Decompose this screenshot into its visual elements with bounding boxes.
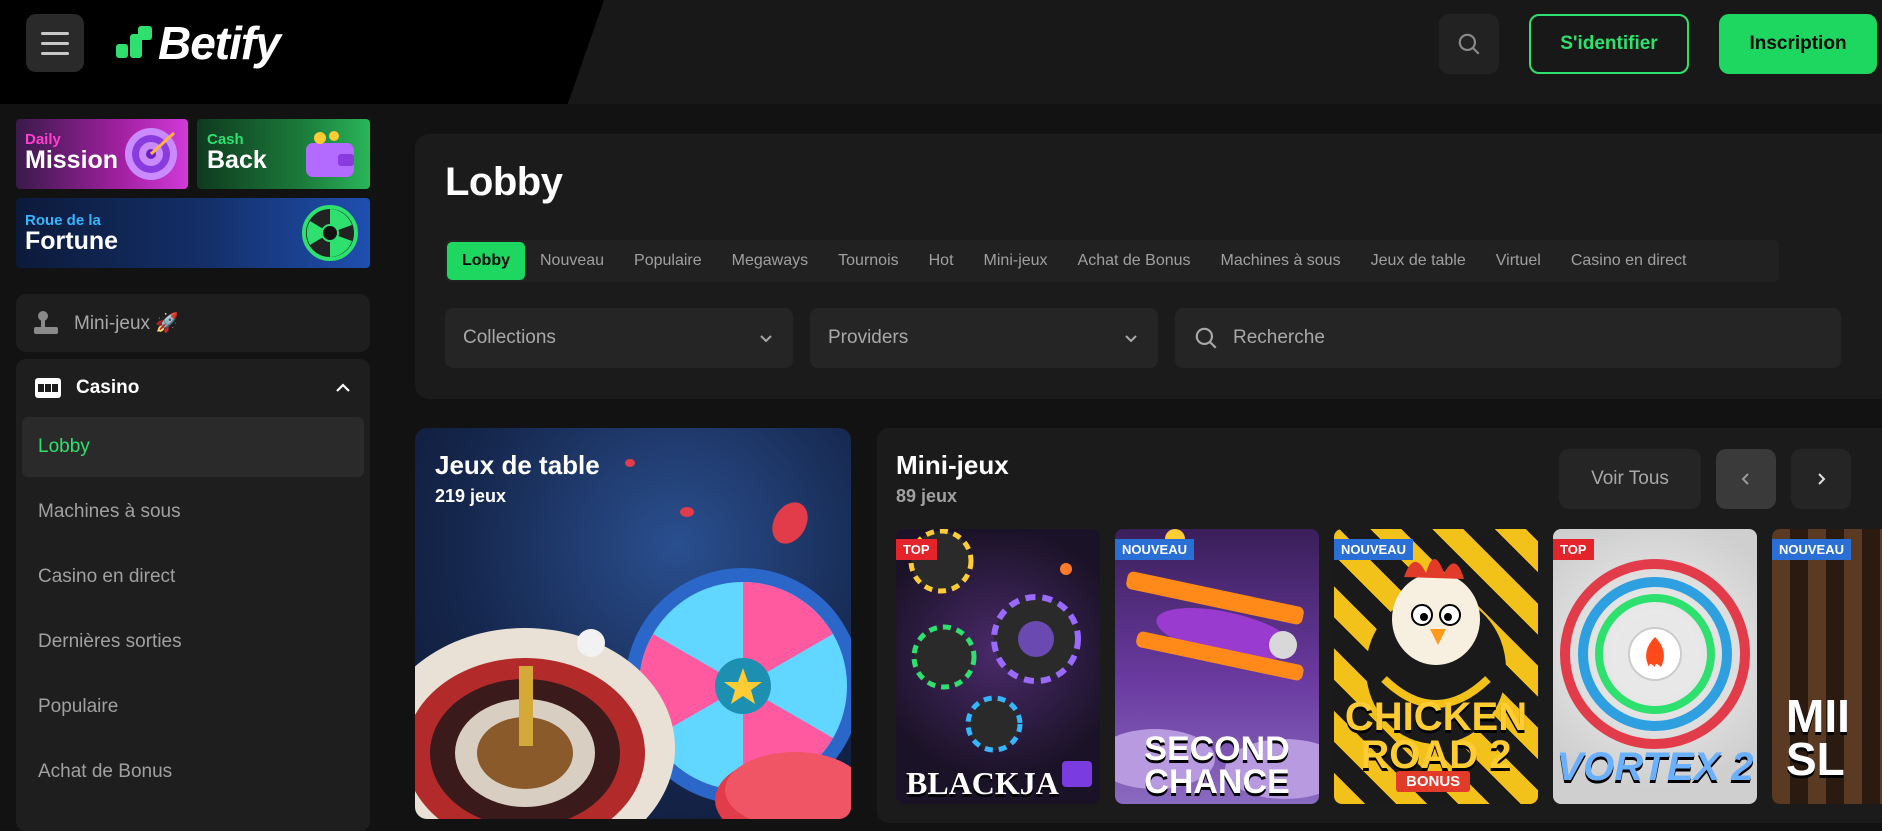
menu-icon-line — [41, 41, 69, 45]
tab-tournois[interactable]: Tournois — [823, 242, 913, 280]
game-badge: TOP — [896, 539, 937, 560]
game-search-input[interactable]: Recherche — [1175, 308, 1841, 368]
menu-icon-line — [41, 51, 69, 55]
sidebar-item-achat-de-bonus[interactable]: Achat de Bonus — [22, 742, 364, 802]
game-title: BLACKJA — [906, 764, 1059, 801]
tab-machines-a-sous[interactable]: Machines à sous — [1206, 242, 1356, 280]
page-title: Lobby — [445, 160, 563, 204]
game-tile-blackjack[interactable]: TOP BLACKJA — [896, 529, 1100, 804]
game-title: CHICKEN ROAD 2 — [1344, 695, 1528, 777]
logo-text: Betify — [158, 17, 281, 69]
sidebar-item-populaire[interactable]: Populaire — [22, 677, 364, 737]
mini-jeux-title: Mini-jeux — [896, 450, 1009, 480]
search-icon — [1458, 33, 1480, 55]
tab-hot[interactable]: Hot — [914, 242, 969, 280]
game-title: SECOND CHANCE — [1144, 730, 1290, 801]
game-title: VORTEX 2 — [1556, 745, 1754, 789]
promo-daily-big: Mission — [25, 146, 119, 174]
slot-machine-icon — [35, 378, 61, 398]
table-games-card[interactable]: Jeux de table 219 jeux — [415, 428, 851, 819]
sidebar-item-casino-en-direct[interactable]: Casino en direct — [22, 547, 364, 607]
game-tile-second-chance[interactable]: NOUVEAU SECOND CHANCE — [1115, 529, 1319, 804]
logo-mark-icon — [116, 26, 152, 60]
joystick-icon — [34, 311, 58, 334]
search-placeholder: Recherche — [1233, 327, 1325, 348]
tab-nouveau[interactable]: Nouveau — [525, 242, 619, 280]
tab-populaire[interactable]: Populaire — [619, 242, 717, 280]
tab-mini-jeux[interactable]: Mini-jeux — [969, 242, 1063, 280]
tab-lobby[interactable]: Lobby — [447, 242, 525, 280]
chevron-up-icon[interactable] — [334, 379, 352, 397]
search-icon — [1195, 327, 1217, 349]
providers-dropdown[interactable]: Providers — [810, 308, 1158, 368]
game-badge: NOUVEAU — [1772, 539, 1852, 560]
collections-dropdown-label: Collections — [463, 327, 556, 348]
target-icon — [125, 128, 177, 180]
casino-group-header[interactable]: Casino — [16, 359, 370, 417]
game-tile-vortex-2[interactable]: TOP VORTEX 2 — [1553, 529, 1757, 804]
daily-mission-banner[interactable]: Daily Mission — [16, 119, 188, 189]
wallet-icon — [306, 131, 354, 177]
login-button[interactable]: S'identifier — [1529, 14, 1689, 74]
promo-cash-big: Back — [207, 146, 267, 174]
sidebar-item-label: Mini-jeux 🚀 — [74, 313, 179, 334]
carousel-next-button[interactable] — [1791, 449, 1851, 509]
tab-jeux-de-table[interactable]: Jeux de table — [1356, 242, 1481, 280]
poker-chips-art — [908, 529, 1092, 787]
sidebar-item-mini-jeux[interactable]: Mini-jeux 🚀 — [16, 294, 370, 352]
mini-jeux-count: 89 jeux — [896, 486, 958, 506]
game-badge: TOP — [1553, 539, 1594, 560]
tab-megaways[interactable]: Megaways — [717, 242, 823, 280]
game-badge: NOUVEAU — [1115, 539, 1195, 560]
game-tile-chicken-road-2[interactable]: NOUVEAU CHICKEN ROAD 2 BONUS — [1334, 529, 1538, 804]
tab-casino-en-direct[interactable]: Casino en direct — [1556, 242, 1702, 280]
cash-back-banner[interactable]: Cash Back — [197, 119, 370, 189]
chevron-down-icon — [760, 335, 772, 343]
chevron-left-icon — [1741, 473, 1749, 485]
collections-dropdown[interactable]: Collections — [445, 308, 793, 368]
casino-group-label: Casino — [76, 377, 140, 398]
chevron-right-icon — [1818, 473, 1826, 485]
game-title: MII SL — [1786, 689, 1850, 786]
game-tile-mini-slot[interactable]: NOUVEAU MII SL — [1772, 529, 1882, 804]
sidebar-casino-group: Casino Lobby Machines à sous Casino en d… — [16, 359, 370, 831]
category-tabs: Lobby Nouveau Populaire Megaways Tournoi… — [445, 240, 1779, 282]
sidebar-item-lobby[interactable]: Lobby — [22, 417, 364, 477]
wheel-of-fortune-banner[interactable]: Roue de la Fortune — [16, 198, 370, 268]
promo-wheel-big: Fortune — [25, 227, 119, 255]
game-badge: NOUVEAU — [1334, 539, 1414, 560]
carousel-prev-button[interactable] — [1716, 449, 1776, 509]
tab-achat-de-bonus[interactable]: Achat de Bonus — [1063, 242, 1206, 280]
game-bonus-tag: BONUS — [1396, 771, 1471, 792]
menu-icon-line — [41, 31, 69, 35]
betify-logo[interactable]: Betify — [116, 16, 281, 70]
sidebar-item-dernieres-sorties[interactable]: Dernières sorties — [22, 612, 364, 672]
header-logo-area — [0, 0, 604, 104]
header-search-button[interactable] — [1439, 14, 1499, 74]
tab-virtuel[interactable]: Virtuel — [1481, 242, 1556, 280]
sidebar-item-machines-a-sous[interactable]: Machines à sous — [22, 482, 364, 542]
top-header: Betify S'identifier Inscription — [0, 0, 1882, 104]
roulette-wheel-illustration — [415, 459, 851, 819]
providers-dropdown-label: Providers — [828, 327, 909, 348]
chevron-down-icon — [1125, 335, 1137, 343]
hamburger-menu-button[interactable] — [26, 14, 84, 72]
signup-button[interactable]: Inscription — [1719, 14, 1877, 74]
see-all-button[interactable]: Voir Tous — [1559, 449, 1701, 509]
fortune-wheel-icon — [302, 205, 358, 261]
